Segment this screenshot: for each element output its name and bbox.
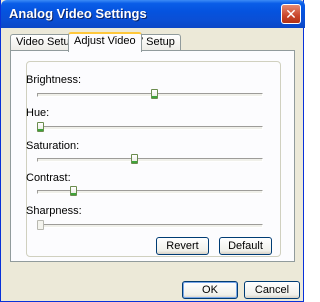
tab-adjust-video[interactable]: Adjust Video xyxy=(68,32,142,52)
default-button[interactable]: Default xyxy=(219,237,272,255)
sharpness-thumb xyxy=(37,220,44,230)
cancel-button[interactable]: Cancel xyxy=(244,281,300,299)
saturation-track[interactable] xyxy=(37,158,263,162)
hue-thumb[interactable] xyxy=(37,122,44,132)
title-bar[interactable]: Analog Video Settings ✕ xyxy=(1,0,305,28)
revert-button[interactable]: Revert xyxy=(156,237,209,255)
hue-label: Hue: xyxy=(26,107,50,119)
sharpness-label: Sharpness: xyxy=(26,205,82,217)
sharpness-track xyxy=(37,224,263,228)
brightness-thumb[interactable] xyxy=(150,89,158,99)
hue-track[interactable] xyxy=(37,126,263,130)
ok-button[interactable]: OK xyxy=(182,281,238,299)
contrast-thumb[interactable] xyxy=(69,186,77,196)
saturation-thumb[interactable] xyxy=(131,154,139,164)
brightness-label: Brightness: xyxy=(26,74,82,86)
close-icon: ✕ xyxy=(285,6,297,22)
contrast-label: Contrast: xyxy=(26,172,71,184)
saturation-label: Saturation: xyxy=(26,140,80,152)
window-title: Analog Video Settings xyxy=(9,6,147,21)
dialog-window: Analog Video Settings ✕ Video Setup Adju… xyxy=(0,0,305,302)
close-button[interactable]: ✕ xyxy=(281,4,301,24)
